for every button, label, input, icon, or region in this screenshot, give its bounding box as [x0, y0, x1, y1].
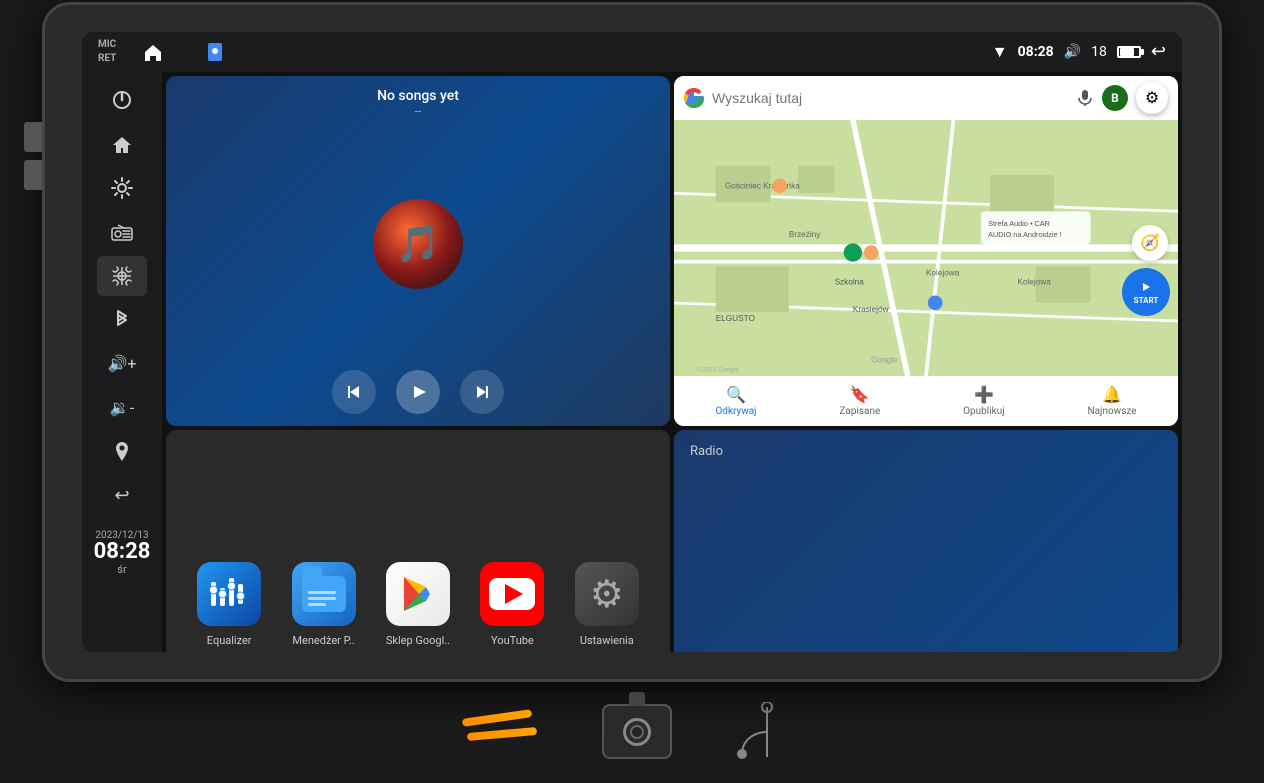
svg-text:Google: Google	[871, 355, 898, 364]
play-button[interactable]	[396, 370, 440, 414]
volume-down-sidebar-icon[interactable]: 🔉-	[97, 388, 147, 428]
sidebar: 🔊+ 🔉- ↩ 2023/12/13 08:28	[82, 72, 162, 652]
map-nav-najnowsze[interactable]: 🔔 Najnowsze	[1087, 385, 1136, 417]
equalizer-label: Equalizer	[207, 634, 252, 647]
svg-text:Krasiejów: Krasiejów	[853, 305, 889, 314]
home-sidebar-icon[interactable]	[97, 124, 147, 164]
grid-area: No songs yet -- 🎵	[162, 72, 1182, 652]
youtube-label: YouTube	[491, 634, 534, 647]
location-sidebar-icon[interactable]	[97, 432, 147, 472]
start-label: START	[1134, 296, 1159, 305]
device-shell: MIC RET ▼	[42, 2, 1222, 682]
music-subtitle: --	[377, 104, 459, 118]
prev-button[interactable]	[332, 370, 376, 414]
map-nav-odkrywaj[interactable]: 🔍 Odkrywaj	[715, 385, 756, 417]
sidebar-clock: 2023/12/13 08:28 śr	[94, 530, 151, 576]
side-buttons	[24, 122, 42, 190]
youtube-icon	[480, 562, 544, 626]
map-body: Gościniec Krasieńka Brzeźiny Szkolna ELG…	[674, 120, 1178, 376]
radio-widget: Radio 87.50 FM	[674, 430, 1178, 652]
svg-text:Kolejowa: Kolejowa	[1017, 277, 1051, 286]
sidebar-time: 08:28	[94, 541, 151, 563]
map-mic-icon[interactable]	[1076, 89, 1094, 107]
apps-widget: Equalizer	[166, 430, 670, 652]
music-widget: No songs yet -- 🎵	[166, 76, 670, 426]
headphone-accessory	[732, 702, 802, 762]
sidebar-day: śr	[94, 563, 151, 576]
status-bar-right: ▼ 08:28 🔊 18 ↩	[992, 41, 1166, 62]
status-bar: MIC RET ▼	[82, 32, 1182, 72]
svg-text:©2023 Google: ©2023 Google	[697, 365, 739, 373]
svg-text:Brzeźiny: Brzeźiny	[789, 230, 821, 239]
cables-accessory	[462, 702, 542, 762]
cables-icon	[462, 702, 542, 762]
settings-sidebar-icon[interactable]	[97, 168, 147, 208]
bluetooth-sidebar-icon[interactable]	[97, 300, 147, 340]
radio-sidebar-icon[interactable]	[97, 212, 147, 252]
radio-label: Radio	[690, 444, 1162, 459]
manager-label: Menedżer P..	[292, 634, 354, 647]
map-search-bar: B ⚙	[674, 76, 1178, 120]
map-nav-opublikuj[interactable]: ➕ Opublikuj	[963, 385, 1004, 417]
main-content: 🔊+ 🔉- ↩ 2023/12/13 08:28	[82, 72, 1182, 652]
svg-text:Kolejowa: Kolejowa	[926, 268, 960, 277]
mic-label: MIC	[98, 39, 116, 50]
power-icon[interactable]	[97, 80, 147, 120]
svg-text:Gościniec Krasieńka: Gościniec Krasieńka	[725, 181, 800, 190]
app-playstore[interactable]: Sklep Googl..	[386, 562, 450, 647]
svg-text:Strefa Audio • CAR: Strefa Audio • CAR	[988, 219, 1050, 228]
undo-sidebar-icon[interactable]: ↩	[97, 476, 147, 516]
next-button[interactable]	[460, 370, 504, 414]
status-bar-left: MIC RET	[98, 32, 240, 72]
playstore-icon	[386, 562, 450, 626]
speaker-icon: 🔊	[1064, 44, 1081, 60]
screen: MIC RET ▼	[82, 32, 1182, 652]
camera-accessory	[602, 704, 672, 759]
back-icon[interactable]: ↩	[1151, 41, 1166, 62]
special-sidebar-icon[interactable]	[97, 256, 147, 296]
svg-text:Szkolna: Szkolna	[835, 277, 865, 286]
map-user-avatar: B	[1102, 85, 1128, 111]
music-album-art: 🎵	[373, 199, 463, 289]
battery-icon	[1117, 46, 1141, 58]
ret-label: RET	[98, 53, 116, 64]
map-start-button[interactable]: START	[1122, 268, 1170, 316]
app-settings[interactable]: ⚙ Ustawienia	[575, 562, 639, 647]
equalizer-icon	[197, 562, 261, 626]
app-manager[interactable]: Menedżer P..	[292, 562, 356, 647]
map-nav-zapisane[interactable]: 🔖 Zapisane	[839, 385, 880, 417]
playstore-label: Sklep Googl..	[386, 634, 450, 647]
map-settings-button[interactable]: ⚙	[1136, 82, 1168, 114]
settings-label: Ustawienia	[580, 634, 634, 647]
wifi-icon: ▼	[992, 42, 1008, 62]
svg-text:AUDIO na Androidzie !: AUDIO na Androidzie !	[988, 230, 1061, 239]
time-display: 08:28	[1018, 44, 1054, 60]
volume-level: 18	[1091, 44, 1107, 60]
map-bottom-bar: 🔍 Odkrywaj 🔖 Zapisane ➕ Opublikuj 🔔	[674, 376, 1178, 426]
manager-icon	[292, 562, 356, 626]
map-compass-button[interactable]: 🧭	[1132, 225, 1168, 261]
sidebar-top: 🔊+ 🔉- ↩	[82, 80, 162, 516]
settings-icon: ⚙	[575, 562, 639, 626]
app-equalizer[interactable]: Equalizer	[197, 562, 261, 647]
headphone-icon	[732, 702, 802, 762]
music-title: No songs yet	[377, 88, 459, 104]
home-status-icon[interactable]	[128, 32, 178, 72]
app-youtube[interactable]: YouTube	[480, 562, 544, 647]
camera-icon	[602, 704, 672, 759]
accessories-section	[462, 682, 802, 782]
volume-up-sidebar-icon[interactable]: 🔊+	[97, 344, 147, 384]
maps-status-icon[interactable]	[190, 32, 240, 72]
map-search-input[interactable]	[712, 90, 1068, 106]
svg-text:ELGUSTO: ELGUSTO	[716, 314, 755, 323]
map-widget: B ⚙	[674, 76, 1178, 426]
music-controls	[332, 370, 504, 414]
